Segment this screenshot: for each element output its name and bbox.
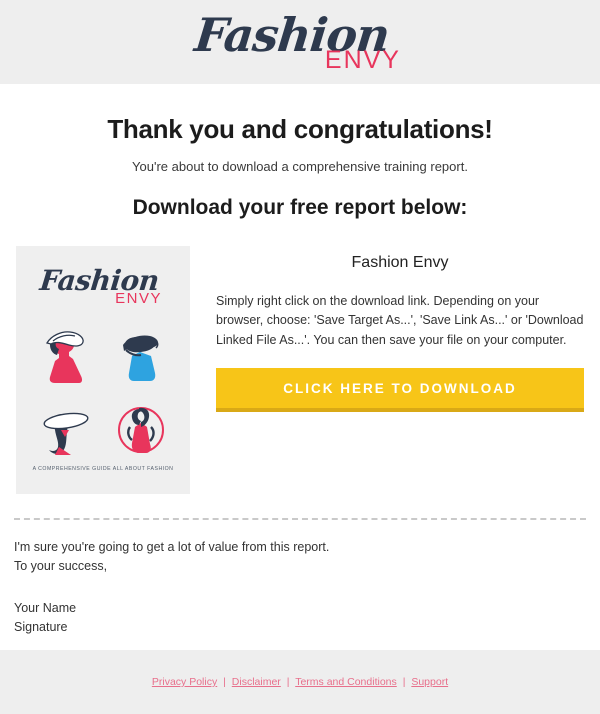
page-title: Thank you and congratulations! <box>107 114 493 144</box>
closing-line-1: I'm sure you're going to get a lot of va… <box>14 540 330 554</box>
brand-logo: Fashion ENVY <box>192 8 405 74</box>
email-page: Fashion ENVY Thank you and congratulatio… <box>0 0 600 714</box>
footer-link-privacy-policy[interactable]: Privacy Policy <box>152 676 217 688</box>
page-header: Fashion ENVY <box>0 0 600 85</box>
report-cover-image: Fashion ENVY A COMPREHENSIVE GUIDE ALL A… <box>16 246 190 494</box>
page-subtitle: You're about to download a comprehensive… <box>132 159 468 174</box>
sender-signature: Signature <box>14 620 68 635</box>
download-details: Fashion Envy Simply right click on the d… <box>190 246 584 413</box>
cover-logo: Fashion ENVY <box>38 264 168 314</box>
closing-line-2: To your success, <box>14 559 108 574</box>
download-button[interactable]: CLICK HERE TO DOWNLOAD <box>216 368 584 413</box>
woman-wide-brim-hat-icon <box>42 412 89 455</box>
product-name: Fashion Envy <box>351 254 449 271</box>
cover-logo-subtext: ENVY <box>115 290 162 307</box>
woman-red-dress-hat-icon <box>45 331 84 383</box>
footer-link-terms-and-conditions[interactable]: Terms and Conditions <box>295 676 397 688</box>
closing-block: I'm sure you're going to get a lot of va… <box>14 520 586 638</box>
footer-link-support[interactable]: Support <box>411 676 448 688</box>
footer-links: Privacy Policy | Disclaimer | Terms and … <box>152 676 448 688</box>
cover-tagline: A COMPREHENSIVE GUIDE ALL ABOUT FASHION <box>32 466 174 472</box>
download-section: Fashion ENVY A COMPREHENSIVE GUIDE ALL A… <box>14 246 586 494</box>
woman-blue-dress-hat-icon <box>122 335 158 381</box>
footer-separator: | <box>223 676 226 688</box>
page-body: Thank you and congratulations! You're ab… <box>0 84 600 638</box>
woman-red-dress-circle-icon <box>117 407 164 453</box>
sender-name: Your Name <box>14 600 77 615</box>
page-footer: Privacy Policy | Disclaimer | Terms and … <box>0 650 600 714</box>
title-block: Thank you and congratulations! You're ab… <box>14 84 586 220</box>
footer-link-disclaimer[interactable]: Disclaimer <box>232 676 281 688</box>
download-instructions: Simply right click on the download link.… <box>216 294 584 347</box>
footer-separator: | <box>402 676 406 688</box>
cover-illustrations <box>28 322 178 466</box>
signature-block: Your Name Signature <box>14 599 586 638</box>
footer-separator: | <box>286 676 290 688</box>
brand-logo-subtext: ENVY <box>324 46 401 74</box>
section-title: Download your free report below: <box>132 196 468 219</box>
